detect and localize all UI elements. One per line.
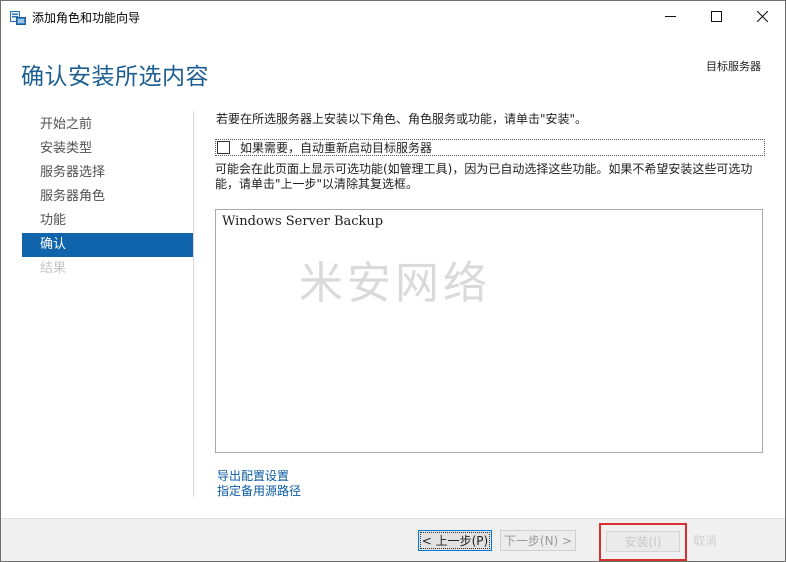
list-item: Windows Server Backup	[222, 214, 384, 229]
nav-item-server-selection[interactable]: 服务器选择	[22, 161, 193, 185]
close-icon	[756, 11, 768, 22]
minimize-button[interactable]	[647, 1, 693, 32]
next-button: 下一步(N) >	[500, 530, 576, 551]
nav-item-confirmation[interactable]: 确认	[22, 233, 193, 257]
alternate-source-link[interactable]: 指定备用源路径	[217, 482, 301, 499]
title-bar[interactable]: 添加角色和功能向导	[1, 1, 785, 32]
optional-features-note: 可能会在此页面上显示可选功能(如管理工具)，因为已自动选择这些功能。如果不希望安…	[215, 162, 753, 191]
restart-checkbox-label[interactable]: 如果需要，自动重新启动目标服务器	[240, 139, 432, 156]
watermark: 米安网络	[299, 258, 491, 309]
nav-item-features[interactable]: 功能	[22, 209, 193, 233]
selected-features-list[interactable]: Windows Server Backup	[215, 209, 763, 453]
cancel-button[interactable]: 取消	[693, 532, 717, 549]
nav-item-before-you-begin[interactable]: 开始之前	[22, 113, 193, 137]
target-server-label: 目标服务器	[706, 60, 761, 73]
maximize-icon	[710, 11, 722, 22]
button-bar: < 上一步(P) 下一步(N) > 安装(I) 取消	[1, 518, 785, 561]
wizard-window: 添加角色和功能向导 确认安装所选内容 目标服务器 开始之前 安装类型 服务器选择…	[0, 0, 786, 562]
maximize-button[interactable]	[693, 1, 739, 32]
wizard-nav: 开始之前 安装类型 服务器选择 服务器角色 功能 确认 结果	[22, 113, 193, 281]
install-button[interactable]: 安装(I)	[606, 531, 680, 552]
minimize-icon	[664, 16, 676, 17]
window-title: 添加角色和功能向导	[32, 11, 141, 25]
install-highlight-box: 安装(I)	[599, 523, 687, 561]
restart-checkbox-row[interactable]: 如果需要，自动重新启动目标服务器	[215, 139, 765, 156]
previous-button[interactable]: < 上一步(P)	[418, 530, 492, 551]
nav-item-results: 结果	[40, 261, 67, 276]
close-button[interactable]	[739, 1, 785, 32]
page-title: 确认安装所选内容	[21, 64, 209, 90]
nav-divider	[193, 111, 194, 497]
nav-item-server-roles[interactable]: 服务器角色	[22, 185, 193, 209]
restart-checkbox[interactable]	[217, 141, 230, 154]
server-manager-app-icon	[10, 10, 26, 25]
instruction-text: 若要在所选服务器上安装以下角色、角色服务或功能，请单击"安装"。	[216, 112, 588, 126]
nav-item-installation-type[interactable]: 安装类型	[22, 137, 193, 161]
